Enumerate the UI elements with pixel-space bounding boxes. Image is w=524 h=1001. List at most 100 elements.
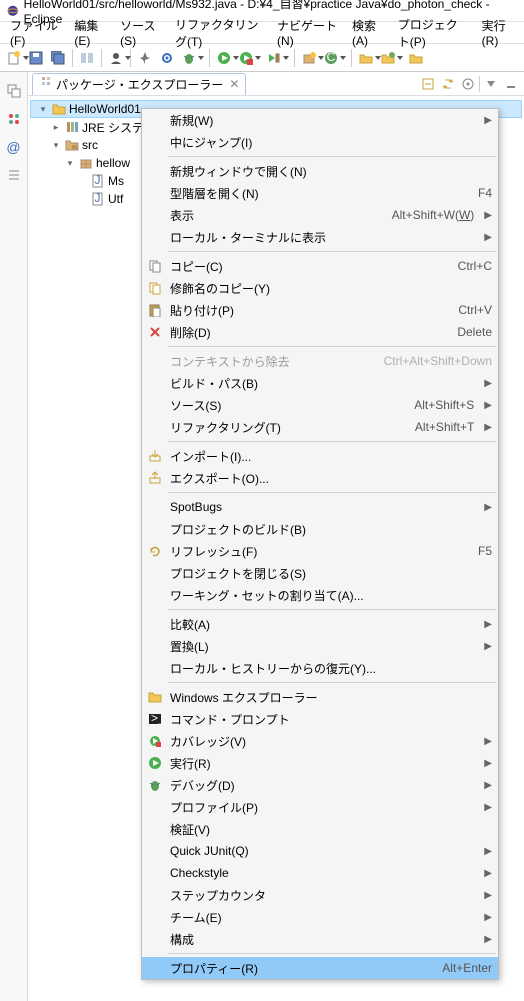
coverage-button[interactable] (236, 48, 256, 68)
outline-icon[interactable] (5, 110, 23, 128)
menu-open-new-window[interactable]: 新規ウィンドウで開く(N) (142, 160, 498, 182)
menu-search[interactable]: 検索(A) (346, 15, 390, 50)
svg-text:J: J (95, 174, 101, 187)
open-resource-button[interactable] (406, 48, 426, 68)
menu-shortcut: Ctrl+Alt+Shift+Down (374, 354, 492, 368)
menu-checkstyle[interactable]: Checkstyle▶ (142, 862, 498, 884)
menu-open-type-hierarchy[interactable]: 型階層を開く(N)F4 (142, 182, 498, 204)
menu-command-prompt[interactable]: >_コマンド・プロンプト (142, 708, 498, 730)
menu-paste[interactable]: 貼り付け(P)Ctrl+V (142, 299, 498, 321)
menu-copy-qualified[interactable]: 修飾名のコピー(Y) (142, 277, 498, 299)
menu-restore-history[interactable]: ローカル・ヒストリーからの復元(Y)... (142, 657, 498, 679)
menu-replace[interactable]: 置換(L) ▶ (142, 635, 498, 657)
new-package-button[interactable] (299, 48, 319, 68)
menu-copy[interactable]: コピー(C)Ctrl+C (142, 255, 498, 277)
collapse-all-icon[interactable] (419, 75, 437, 93)
open-type-button[interactable] (378, 48, 398, 68)
menu-windows-explorer[interactable]: Windows エクスプローラー (142, 686, 498, 708)
run-button[interactable] (214, 48, 234, 68)
gear-button[interactable] (157, 48, 177, 68)
view-menu-icon[interactable] (482, 75, 500, 93)
expand-icon[interactable]: ▾ (37, 104, 49, 115)
menu-close-project[interactable]: プロジェクトを閉じる(S) (142, 562, 498, 584)
menu-label: ビルド・パス(B) (170, 375, 474, 392)
bug-button[interactable] (179, 48, 199, 68)
list-icon[interactable] (5, 166, 23, 184)
menu-navigate[interactable]: ナビゲート(N) (271, 15, 344, 50)
menu-step-counter[interactable]: ステップカウンタ▶ (142, 884, 498, 906)
new-button[interactable] (4, 48, 24, 68)
menu-run[interactable]: 実行(R) (476, 15, 520, 50)
submenu-arrow-icon: ▶ (480, 378, 492, 389)
menu-profile[interactable]: プロファイル(P)▶ (142, 796, 498, 818)
menu-delete[interactable]: 削除(D)Delete (142, 321, 498, 343)
expand-icon[interactable]: ▸ (50, 122, 62, 133)
menu-label: Checkstyle (170, 866, 474, 880)
menu-spotbugs[interactable]: SpotBugs▶ (142, 496, 498, 518)
menu-separator (168, 346, 496, 347)
submenu-arrow-icon: ▶ (480, 802, 492, 813)
package-explorer-tab[interactable]: パッケージ・エクスプローラー ✕ (32, 73, 246, 95)
menu-file[interactable]: ファイル(F) (4, 15, 66, 50)
menu-show-in[interactable]: 表示Alt+Shift+W(W)▶ (142, 204, 498, 226)
menu-label: コピー(C) (170, 258, 442, 275)
menu-go-into[interactable]: 中にジャンプ(I) (142, 131, 498, 153)
close-tab-icon[interactable]: ✕ (229, 77, 239, 91)
package-explorer-title: パッケージ・エクスプローラー (56, 76, 223, 93)
at-icon[interactable]: @ (5, 138, 23, 156)
focus-icon[interactable] (459, 75, 477, 93)
submenu-arrow-icon: ▶ (480, 502, 492, 513)
user-button[interactable] (106, 48, 126, 68)
menu-configure[interactable]: 構成▶ (142, 928, 498, 950)
open-folder-button[interactable] (356, 48, 376, 68)
menu-label: リファクタリング(T) (170, 419, 399, 436)
menu-label: ソース(S) (170, 397, 398, 414)
menu-build-path[interactable]: ビルド・パス(B) ▶ (142, 372, 498, 394)
menu-build-project[interactable]: プロジェクトのビルド(B) (142, 518, 498, 540)
menu-assign-working-set[interactable]: ワーキング・セットの割り当て(A)... (142, 584, 498, 606)
menu-label: 新規ウィンドウで開く(N) (170, 163, 492, 180)
menu-label: 表示 (170, 207, 376, 224)
menu-new[interactable]: 新規(W)▶ (142, 109, 498, 131)
menu-refactor[interactable]: リファクタリング(T)Alt+Shift+T▶ (142, 416, 498, 438)
menu-debug[interactable]: デバッグ(D)▶ (142, 774, 498, 796)
menu-source[interactable]: ソース(S) (114, 15, 167, 50)
new-class-button[interactable]: C (321, 48, 341, 68)
restore-icon[interactable] (5, 82, 23, 100)
menu-export[interactable]: エクスポート(O)... (142, 467, 498, 489)
menu-compare[interactable]: 比較(A)▶ (142, 613, 498, 635)
save-all-button[interactable] (48, 48, 68, 68)
submenu-arrow-icon: ▶ (480, 232, 492, 243)
menu-verify[interactable]: 検証(V) (142, 818, 498, 840)
expand-icon[interactable]: ▾ (50, 140, 62, 151)
menu-separator (168, 492, 496, 493)
menu-properties[interactable]: プロパティー(R)Alt+Enter (142, 957, 498, 979)
toggle-button[interactable] (77, 48, 97, 68)
submenu-arrow-icon: ▶ (480, 934, 492, 945)
source-folder-icon (64, 137, 80, 153)
menu-refactor[interactable]: リファクタリング(T) (169, 14, 269, 52)
menu-source[interactable]: ソース(S)Alt+Shift+S▶ (142, 394, 498, 416)
expand-icon[interactable]: ▾ (64, 158, 76, 169)
submenu-arrow-icon: ▶ (480, 400, 492, 411)
menu-coverage[interactable]: カバレッジ(V)▶ (142, 730, 498, 752)
pin-button[interactable] (135, 48, 155, 68)
menu-edit[interactable]: 編集(E) (68, 15, 112, 50)
menu-import[interactable]: インポート(I)... (142, 445, 498, 467)
menu-team[interactable]: チーム(E)▶ (142, 906, 498, 928)
minimize-icon[interactable] (502, 75, 520, 93)
link-editor-icon[interactable] (439, 75, 457, 93)
run-last-button[interactable] (264, 48, 284, 68)
menu-quick-junit[interactable]: Quick JUnit(Q)▶ (142, 840, 498, 862)
menu-run[interactable]: 実行(R)▶ (142, 752, 498, 774)
menu-project[interactable]: プロジェクト(P) (392, 14, 474, 52)
toolbar-separator (351, 49, 352, 67)
menu-shortcut: F5 (468, 544, 492, 558)
save-button[interactable] (26, 48, 46, 68)
menu-refresh[interactable]: リフレッシュ(F)F5 (142, 540, 498, 562)
submenu-arrow-icon: ▶ (480, 641, 492, 652)
menu-show-local-terminal[interactable]: ローカル・ターミナルに表示▶ (142, 226, 498, 248)
menu-label: 置換(L) (170, 638, 474, 655)
debug-icon (146, 776, 164, 794)
delete-icon (146, 323, 164, 341)
